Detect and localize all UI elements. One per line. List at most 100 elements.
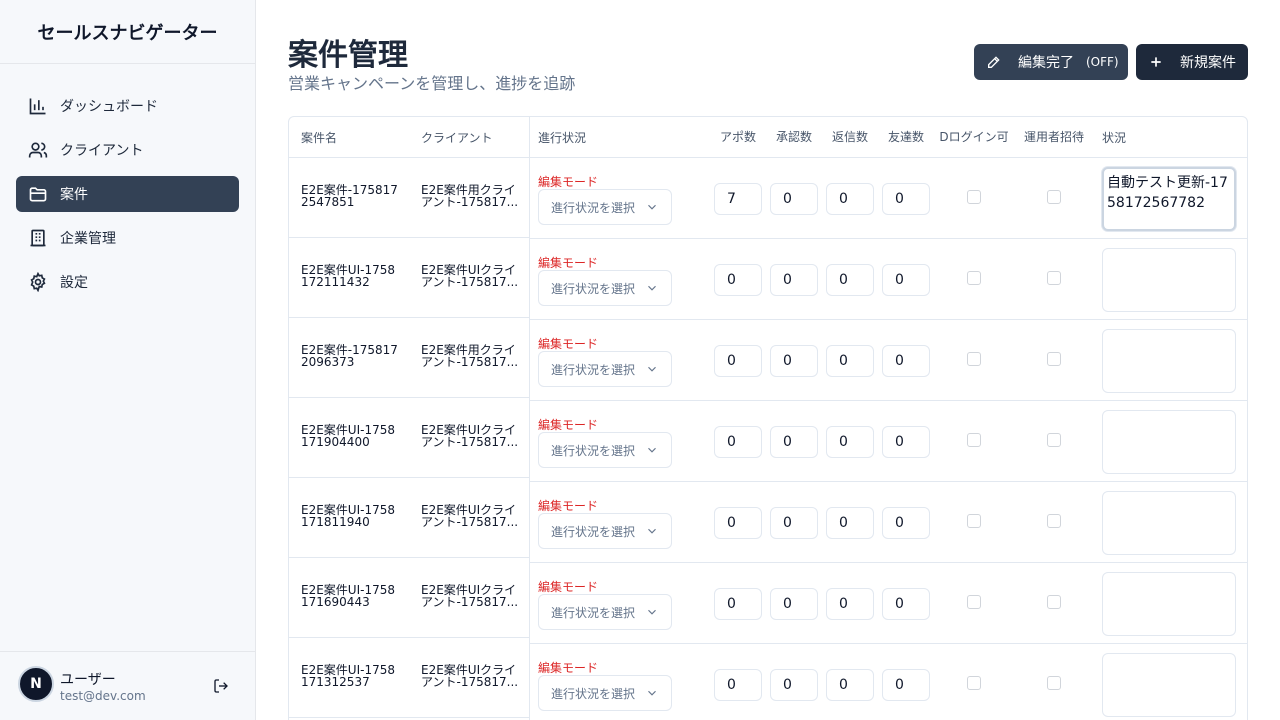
table-row: 編集モード 進行状況を選択 7 0 0 0 自動テスト更新-1758172567782 bbox=[530, 158, 1247, 239]
progress-select-placeholder: 進行状況を選択 bbox=[551, 362, 636, 377]
status-textarea[interactable] bbox=[1102, 491, 1236, 555]
client-name: E2E案件用クライアント-175817... bbox=[421, 184, 519, 208]
sidebar-item-projects[interactable]: 案件 bbox=[16, 176, 239, 212]
client-name: E2E案件UIクライアント-175817... bbox=[421, 424, 519, 448]
operator-invite-checkbox[interactable] bbox=[1047, 676, 1061, 690]
project-name[interactable]: E2E案件UI-1758172111432 bbox=[301, 264, 401, 288]
approval-count-input[interactable]: 0 bbox=[770, 669, 818, 701]
edit-mode-label: 編集モード bbox=[538, 418, 599, 432]
operator-invite-checkbox[interactable] bbox=[1047, 595, 1061, 609]
friend-count-input[interactable]: 0 bbox=[882, 264, 930, 296]
column-header-reply[interactable]: 返信数 bbox=[826, 117, 874, 158]
progress-select[interactable]: 進行状況を選択 bbox=[538, 675, 672, 711]
approval-count-input[interactable]: 0 bbox=[770, 507, 818, 539]
operator-invite-checkbox[interactable] bbox=[1047, 514, 1061, 528]
reply-count-input[interactable]: 0 bbox=[826, 264, 874, 296]
status-textarea[interactable] bbox=[1102, 329, 1236, 393]
table-row-fixed: E2E案件UI-1758171690443 E2E案件UIクライアント-17581… bbox=[289, 558, 529, 638]
sidebar-item-clients[interactable]: クライアント bbox=[16, 132, 239, 168]
new-project-button[interactable]: 新規案件 bbox=[1136, 44, 1248, 80]
edit-mode-label: 編集モード bbox=[538, 661, 599, 675]
operator-invite-checkbox[interactable] bbox=[1047, 190, 1061, 204]
approval-count-input[interactable]: 0 bbox=[770, 588, 818, 620]
column-header-approval[interactable]: 承認数 bbox=[770, 117, 818, 158]
appo-count-input[interactable]: 7 bbox=[714, 183, 762, 215]
friend-count-input[interactable]: 0 bbox=[882, 507, 930, 539]
app-title: セールスナビゲーター bbox=[0, 0, 255, 64]
reply-count-input[interactable]: 0 bbox=[826, 345, 874, 377]
friend-count-input[interactable]: 0 bbox=[882, 426, 930, 458]
progress-select[interactable]: 進行状況を選択 bbox=[538, 513, 672, 549]
reply-count-input[interactable]: 0 bbox=[826, 426, 874, 458]
sidebar-item-settings[interactable]: 設定 bbox=[16, 264, 239, 300]
chevron-down-icon bbox=[648, 204, 656, 210]
reply-count-input[interactable]: 0 bbox=[826, 183, 874, 215]
progress-select[interactable]: 進行状況を選択 bbox=[538, 432, 672, 468]
main-content: 案件管理 営業キャンペーンを管理し、進捗を追跡 編集完了 (OFF) 新規案件 … bbox=[256, 0, 1280, 720]
status-textarea[interactable] bbox=[1102, 653, 1236, 717]
column-header-status[interactable]: 状況 bbox=[1102, 117, 1126, 158]
appo-count-input[interactable]: 0 bbox=[714, 588, 762, 620]
logout-button[interactable] bbox=[209, 674, 233, 698]
operator-invite-checkbox[interactable] bbox=[1047, 433, 1061, 447]
status-textarea[interactable] bbox=[1102, 410, 1236, 474]
dlogin-checkbox[interactable] bbox=[967, 433, 981, 447]
status-textarea[interactable] bbox=[1102, 572, 1236, 636]
project-name[interactable]: E2E案件-1758172096373 bbox=[301, 344, 401, 368]
column-header-progress[interactable]: 進行状況 bbox=[538, 117, 586, 158]
friend-count-input[interactable]: 0 bbox=[882, 345, 930, 377]
dlogin-checkbox[interactable] bbox=[967, 514, 981, 528]
appo-count-input[interactable]: 0 bbox=[714, 426, 762, 458]
column-header-friend[interactable]: 友達数 bbox=[882, 117, 930, 158]
chevron-down-icon bbox=[648, 366, 656, 372]
approval-count-input[interactable]: 0 bbox=[770, 345, 818, 377]
chevron-down-icon bbox=[648, 609, 656, 615]
reply-count-input[interactable]: 0 bbox=[826, 669, 874, 701]
table-row: 編集モード 進行状況を選択 0 0 0 0 bbox=[530, 320, 1247, 401]
dlogin-checkbox[interactable] bbox=[967, 676, 981, 690]
approval-count-input[interactable]: 0 bbox=[770, 183, 818, 215]
friend-count-input[interactable]: 0 bbox=[882, 669, 930, 701]
reply-count-input[interactable]: 0 bbox=[826, 588, 874, 620]
column-header-client[interactable]: クライアント bbox=[421, 117, 493, 158]
chevron-down-icon bbox=[648, 690, 656, 696]
project-name[interactable]: E2E案件UI-1758171690443 bbox=[301, 584, 401, 608]
column-header-dlogin[interactable]: Dログイン可 bbox=[939, 117, 1009, 158]
project-name[interactable]: E2E案件UI-1758171904400 bbox=[301, 424, 401, 448]
avatar[interactable]: N bbox=[18, 666, 54, 702]
progress-select[interactable]: 進行状況を選択 bbox=[538, 189, 672, 225]
sidebar-item-dashboard[interactable]: ダッシュボード bbox=[16, 88, 239, 124]
friend-count-input[interactable]: 0 bbox=[882, 183, 930, 215]
column-header-name[interactable]: 案件名 bbox=[301, 117, 337, 158]
table-row: 編集モード 進行状況を選択 0 0 0 0 bbox=[530, 401, 1247, 482]
appo-count-input[interactable]: 0 bbox=[714, 345, 762, 377]
approval-count-input[interactable]: 0 bbox=[770, 426, 818, 458]
appo-count-input[interactable]: 0 bbox=[714, 507, 762, 539]
table-header: 案件名 クライアント 進行状況 アポ数 承認数 返信数 友達数 Dログイン可 運… bbox=[289, 117, 1247, 158]
table-row-fixed: E2E案件-1758172096373 E2E案件用クライアント-175817..… bbox=[289, 318, 529, 398]
reply-count-input[interactable]: 0 bbox=[826, 507, 874, 539]
column-header-appo[interactable]: アポ数 bbox=[714, 117, 762, 158]
appo-count-input[interactable]: 0 bbox=[714, 669, 762, 701]
dlogin-checkbox[interactable] bbox=[967, 190, 981, 204]
progress-select[interactable]: 進行状況を選択 bbox=[538, 270, 672, 306]
progress-select[interactable]: 進行状況を選択 bbox=[538, 594, 672, 630]
operator-invite-checkbox[interactable] bbox=[1047, 271, 1061, 285]
friend-count-input[interactable]: 0 bbox=[882, 588, 930, 620]
project-name[interactable]: E2E案件UI-1758171312537 bbox=[301, 664, 401, 688]
edit-complete-button[interactable]: 編集完了 (OFF) bbox=[974, 44, 1128, 80]
appo-count-input[interactable]: 0 bbox=[714, 264, 762, 296]
progress-select[interactable]: 進行状況を選択 bbox=[538, 351, 672, 387]
progress-select-placeholder: 進行状況を選択 bbox=[551, 686, 636, 701]
operator-invite-checkbox[interactable] bbox=[1047, 352, 1061, 366]
dlogin-checkbox[interactable] bbox=[967, 352, 981, 366]
dlogin-checkbox[interactable] bbox=[967, 271, 981, 285]
status-textarea[interactable] bbox=[1102, 248, 1236, 312]
sidebar-item-companies[interactable]: 企業管理 bbox=[16, 220, 239, 256]
approval-count-input[interactable]: 0 bbox=[770, 264, 818, 296]
project-name[interactable]: E2E案件UI-1758171811940 bbox=[301, 504, 401, 528]
column-header-operator[interactable]: 運用者招待 bbox=[1019, 117, 1089, 158]
dlogin-checkbox[interactable] bbox=[967, 595, 981, 609]
status-textarea[interactable]: 自動テスト更新-1758172567782 bbox=[1102, 167, 1236, 231]
project-name[interactable]: E2E案件-1758172547851 bbox=[301, 184, 401, 208]
